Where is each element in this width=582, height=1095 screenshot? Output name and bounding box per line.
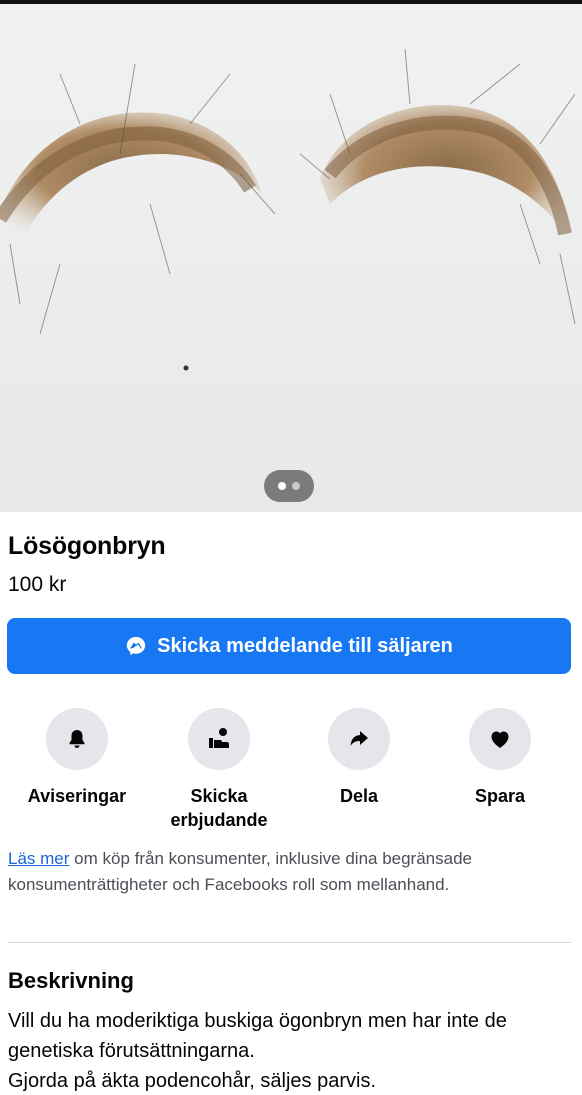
pager-dot — [292, 482, 300, 490]
description-line: Vill du ha moderiktiga buskiga ögonbryn … — [8, 1010, 507, 1062]
pager-dot-active — [278, 482, 286, 490]
send-offer-action[interactable]: Skicka erbjudande — [149, 708, 289, 832]
save-action[interactable]: Spara — [430, 708, 570, 808]
bell-icon — [69, 730, 85, 748]
share-arrow-icon — [350, 731, 368, 746]
share-label: Dela — [339, 786, 379, 806]
photo-pager[interactable] — [264, 470, 314, 502]
share-action[interactable]: Dela — [289, 708, 429, 808]
notifications-button[interactable] — [46, 708, 108, 770]
description-heading: Beskrivning — [8, 968, 134, 993]
message-seller-button[interactable]: Skicka meddelande till säljaren — [7, 618, 571, 674]
listing-photo[interactable] — [0, 4, 582, 512]
offer-icon — [209, 728, 229, 748]
save-label: Spara — [474, 786, 526, 806]
listing-title: Lösögonbryn — [8, 532, 166, 560]
save-button[interactable] — [469, 708, 531, 770]
send-offer-button[interactable] — [188, 708, 250, 770]
share-button[interactable] — [328, 708, 390, 770]
divider — [8, 942, 571, 943]
notifications-action[interactable]: Aviseringar — [7, 708, 147, 808]
consumer-info-text: om köp från konsumenter, inklusive dina … — [8, 849, 472, 894]
message-seller-label: Skicka meddelande till säljaren — [157, 634, 453, 657]
read-more-link[interactable]: Läs mer — [8, 849, 69, 868]
consumer-info: Läs mer om köp från konsumenter, inklusi… — [8, 846, 568, 898]
send-offer-label: Skicka erbjudande — [170, 786, 268, 830]
heart-icon — [491, 731, 509, 748]
action-row: Aviseringar Skicka erbjudande Dela Spara — [0, 708, 582, 830]
description-text: Vill du ha moderiktiga buskiga ögonbryn … — [8, 1006, 578, 1095]
description-line: Gjorda på äkta podencohår, säljes parvis… — [8, 1070, 376, 1092]
notifications-label: Aviseringar — [27, 786, 127, 806]
fur-eyebrows-image — [0, 48, 576, 371]
messenger-icon — [125, 635, 147, 657]
listing-price: 100 kr — [8, 573, 67, 596]
